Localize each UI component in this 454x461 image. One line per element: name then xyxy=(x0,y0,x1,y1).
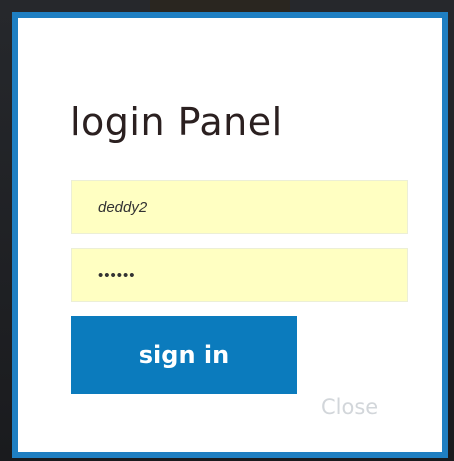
login-panel: login Panel sign in Close xyxy=(18,18,442,452)
username-field[interactable] xyxy=(71,180,408,234)
close-link[interactable]: Close xyxy=(321,394,378,420)
sign-in-button[interactable]: sign in xyxy=(71,316,297,394)
password-field[interactable] xyxy=(71,248,408,302)
panel-title: login Panel xyxy=(70,100,283,144)
